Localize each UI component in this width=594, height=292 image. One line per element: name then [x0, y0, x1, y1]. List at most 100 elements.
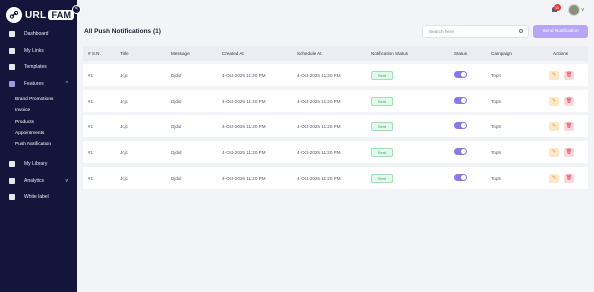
schedule-at-cell: 4-Oct-2025 11:20 PM	[297, 149, 341, 155]
analytics-icon	[9, 177, 15, 184]
edit-icon[interactable]: ✎	[549, 70, 559, 80]
notifications-button[interactable]: 11	[550, 4, 561, 15]
subnav-item-appointments[interactable]: Appointments	[0, 128, 77, 139]
sidebar-item-my-library[interactable]: My Library	[0, 158, 77, 170]
title-cell: Jcjc	[120, 149, 128, 155]
title-cell: Jcjc	[120, 72, 128, 78]
edit-icon[interactable]: ✎	[549, 147, 559, 157]
column-header: Created At	[222, 51, 244, 56]
chevron-icon[interactable]: v	[66, 178, 69, 184]
message-cell: Djdid	[171, 175, 182, 181]
status-toggle[interactable]	[454, 97, 467, 104]
brand-logo[interactable]: URL FAM	[6, 7, 75, 23]
logo-link-icon	[6, 7, 22, 23]
subnav-item-invoice[interactable]: Invoice	[0, 105, 77, 116]
sidebar-item-label: Templates	[24, 64, 47, 70]
status-badge: Sent	[371, 96, 393, 106]
chevron-down-icon[interactable]: v	[582, 7, 585, 13]
campaign-cell: Top5	[491, 149, 501, 155]
subnav-item-push-notification[interactable]: Push Notification	[0, 139, 77, 150]
notification-count-badge: 11	[553, 4, 561, 11]
chevron-icon[interactable]: ^	[66, 81, 68, 87]
message-cell: Djdid	[171, 123, 182, 129]
column-header: Status	[454, 51, 468, 56]
sidebar-item-analytics[interactable]: Analytics v	[0, 175, 77, 187]
title-cell: Jcjc	[120, 98, 128, 104]
subnav-item-brand-promotions[interactable]: Brand Promotions	[0, 94, 77, 105]
status-badge: Sent	[371, 70, 393, 80]
column-header: Message	[171, 51, 190, 56]
topbar-actions: 11 v	[550, 4, 585, 16]
table-row: #1 Jcjc Djdid 4-Oct-2025 11:20 PM 4-Oct-2025…	[83, 115, 588, 137]
status-toggle[interactable]	[454, 148, 467, 155]
sidebar-nav: Dashboard My Links Templates Features ^ Brand…	[0, 28, 77, 208]
title-cell: Jcjc	[120, 123, 128, 129]
schedule-at-cell: 4-Oct-2025 11:20 PM	[297, 72, 341, 78]
schedule-at-cell: 4-Oct-2025 11:20 PM	[297, 123, 341, 129]
sidebar: URL FAM Dashboard My Links Templates Featur…	[0, 0, 77, 292]
title-cell: Jcjc	[120, 175, 128, 181]
table-row: #1 Jcjc Djdid 4-Oct-2025 11:20 PM 4-Oct-2025…	[83, 90, 588, 112]
campaign-cell: Top5	[491, 123, 501, 129]
delete-icon[interactable]: 🗑	[564, 147, 574, 157]
column-header: Notification Status	[371, 51, 409, 56]
search-icon[interactable]	[519, 29, 523, 33]
sidebar-collapse-button[interactable]: <	[72, 5, 81, 14]
table-row: #1 Jcjc Djdid 4-Oct-2025 11:20 PM 4-Oct-2025…	[83, 141, 588, 163]
dashboard-icon	[9, 31, 15, 37]
sidebar-item-label: Dashboard	[24, 31, 49, 37]
created-at-cell: 4-Oct-2025 11:20 PM	[222, 175, 266, 181]
sn-cell: #1	[88, 123, 94, 129]
sn-cell: #1	[88, 175, 94, 181]
brand-name-suffix: FAM	[48, 10, 75, 20]
campaign-cell: Top4	[491, 72, 501, 78]
column-header: Schedule At	[297, 51, 322, 56]
status-toggle[interactable]	[454, 122, 467, 129]
schedule-at-cell: 4-Oct-2025 11:20 PM	[297, 175, 341, 181]
column-header: # S.N.	[88, 51, 101, 56]
sidebar-item-templates[interactable]: Templates	[0, 61, 77, 73]
sidebar-item-features[interactable]: Features ^	[0, 78, 77, 90]
column-header: Campaign	[491, 51, 512, 56]
sn-cell: #1	[88, 72, 94, 78]
subnav-item-products[interactable]: Products	[0, 117, 77, 128]
table-row: #1 Jcjc Djdid 4-Oct-2025 11:20 PM 4-Oct-2025…	[83, 64, 588, 86]
brand-name: URL	[25, 9, 47, 21]
sidebar-item-my-links[interactable]: My Links	[0, 45, 77, 57]
page-title: All Push Notifications (1)	[84, 28, 161, 35]
sidebar-item-dashboard[interactable]: Dashboard	[0, 28, 77, 40]
delete-icon[interactable]: 🗑	[564, 173, 574, 183]
edit-icon[interactable]: ✎	[549, 173, 559, 183]
created-at-cell: 4-Oct-2025 11:20 PM	[222, 123, 266, 129]
sn-cell: #1	[88, 98, 94, 104]
my-links-icon	[9, 47, 15, 54]
delete-icon[interactable]: 🗑	[564, 96, 574, 106]
sn-cell: #1	[88, 149, 94, 155]
delete-icon[interactable]: 🗑	[564, 121, 574, 131]
search-input[interactable]: Search here	[422, 25, 529, 38]
schedule-at-cell: 4-Oct-2025 11:20 PM	[297, 98, 341, 104]
sidebar-item-label: My Library	[24, 161, 48, 168]
sidebar-item-label: White label	[24, 194, 49, 201]
created-at-cell: 4-Oct-2025 11:20 PM	[222, 72, 266, 78]
sidebar-item-label: My Links	[24, 47, 44, 54]
status-toggle[interactable]	[454, 71, 467, 78]
sidebar-item-label: Features	[24, 80, 44, 87]
send-notification-button[interactable]: Send Notification	[533, 25, 588, 38]
campaign-cell: Top5	[491, 175, 501, 181]
templates-icon	[9, 64, 15, 70]
my-library-icon	[9, 161, 15, 168]
campaign-cell: Top5	[491, 98, 501, 104]
edit-icon[interactable]: ✎	[549, 96, 559, 106]
message-cell: Djdid	[171, 149, 182, 155]
message-cell: Djdid	[171, 98, 182, 104]
sidebar-item-white-label[interactable]: White label	[0, 191, 77, 203]
created-at-cell: 4-Oct-2025 11:20 PM	[222, 98, 266, 104]
table-header: # S.N. Title Message Created At Schedule At N…	[83, 46, 588, 61]
status-toggle[interactable]	[454, 174, 467, 181]
user-avatar[interactable]	[567, 4, 580, 16]
delete-icon[interactable]: 🗑	[564, 70, 574, 80]
column-header: Title	[120, 51, 129, 56]
edit-icon[interactable]: ✎	[549, 121, 559, 131]
column-header: Actions	[553, 51, 569, 56]
